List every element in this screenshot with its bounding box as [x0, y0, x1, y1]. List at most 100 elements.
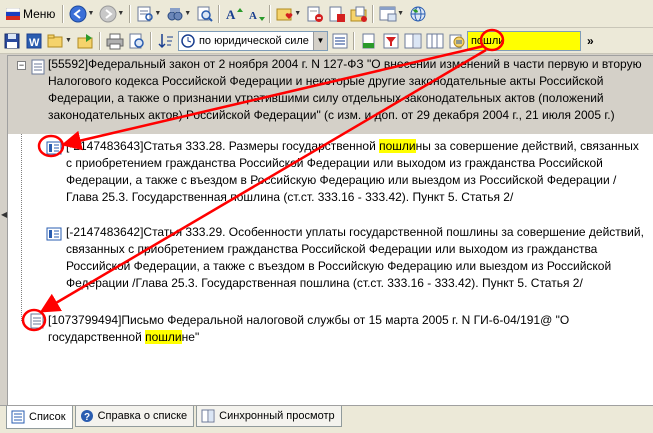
separator	[62, 4, 64, 23]
document-folder-button[interactable]	[349, 4, 369, 24]
document-id: [55592]	[48, 57, 89, 71]
help-icon: ?	[80, 410, 93, 423]
separator	[218, 4, 220, 23]
find-button[interactable]	[165, 4, 185, 24]
internet-button[interactable]	[408, 4, 428, 24]
splitter-arrow-icon: ◀	[1, 210, 8, 219]
forward-dropdown-icon[interactable]: ▼	[117, 10, 124, 17]
context-search-button[interactable]	[447, 31, 467, 51]
bookmark-add-button[interactable]	[275, 4, 295, 24]
document-icon	[31, 59, 45, 75]
article-icon	[46, 227, 62, 241]
collapse-icon[interactable]: −	[17, 61, 26, 70]
tab-list[interactable]: Список	[6, 406, 73, 429]
tab-sync-view[interactable]: Синхронный просмотр	[196, 406, 342, 427]
document-green-icon	[362, 33, 375, 48]
magnifier-icon	[197, 6, 213, 22]
print-button[interactable]	[105, 31, 125, 51]
svg-text:?: ?	[84, 412, 90, 423]
folder-document-icon	[350, 6, 368, 22]
bottom-tabs: Список ? Справка о списке Синхронный про…	[0, 405, 653, 433]
tab-list-info[interactable]: ? Справка о списке	[74, 406, 195, 427]
document-mark-button[interactable]	[327, 4, 347, 24]
left-splitter[interactable]: ◀	[0, 55, 8, 405]
open-folder-button[interactable]	[46, 31, 66, 51]
list-toolbar: W ▼ по юридической силе ▼ пошли »	[0, 28, 653, 54]
list-item[interactable]: [-2147483643]Статья 333.28. Размеры госу…	[8, 138, 653, 224]
window-button[interactable]	[378, 4, 398, 24]
document-title: [-2147483642]Статья 333.29. Особенности …	[66, 224, 646, 292]
window-icon	[379, 6, 397, 21]
article-icon	[46, 141, 62, 155]
document-text: Письмо Федеральной налоговой службы от 1…	[48, 313, 570, 344]
list-item[interactable]: [1073799494]Письмо Федеральной налоговой…	[8, 312, 653, 352]
document-remove-icon	[307, 6, 324, 22]
split-view-icon	[404, 33, 422, 48]
dropdown-icon[interactable]: ▼	[65, 37, 72, 44]
svg-text:W: W	[29, 37, 40, 49]
list-icon	[11, 410, 25, 424]
context-search-input[interactable]: пошли	[466, 30, 581, 51]
list-item[interactable]: − [55592]Федеральный закон от 2 ноября 2…	[8, 56, 653, 134]
dropdown-icon[interactable]: ▼	[184, 10, 191, 17]
floppy-disk-icon	[4, 33, 20, 48]
bookmark-remove-button[interactable]	[305, 4, 325, 24]
menu-button[interactable]: Меню	[6, 7, 55, 21]
print-preview-icon	[129, 33, 144, 48]
font-increase-button[interactable]: A	[224, 4, 244, 24]
word-icon: W	[26, 33, 42, 49]
split-view-button[interactable]	[403, 31, 423, 51]
document-icon	[30, 313, 44, 329]
search-list-button[interactable]	[135, 4, 155, 24]
zoom-button[interactable]	[195, 4, 215, 24]
chevron-down-icon[interactable]: ▼	[312, 31, 327, 50]
separator	[372, 4, 374, 23]
search-highlight: пошли	[379, 139, 416, 153]
font-decrease-button[interactable]: A	[246, 4, 266, 24]
document-title: [55592]Федеральный закон от 2 ноября 200…	[48, 56, 648, 124]
separator	[269, 4, 271, 23]
save-button[interactable]	[2, 31, 22, 51]
search-highlight: пошли	[145, 330, 182, 344]
printer-icon	[106, 33, 124, 49]
tab-label: Список	[29, 411, 66, 423]
globe-icon	[410, 6, 426, 21]
document-id: [-2147483642]	[66, 225, 144, 239]
document-green-button[interactable]	[359, 31, 379, 51]
sort-order-value: по юридической силе	[198, 34, 309, 47]
forward-arrow-icon	[99, 5, 117, 22]
move-to-folder-button[interactable]	[76, 31, 96, 51]
forward-button[interactable]	[98, 4, 118, 24]
preview-button[interactable]	[127, 31, 147, 51]
document-id: [-2147483643]	[66, 139, 144, 153]
sync-view-icon	[201, 409, 215, 423]
dropdown-icon[interactable]: ▼	[294, 10, 301, 17]
back-dropdown-icon[interactable]: ▼	[87, 10, 94, 17]
document-text: Статья 333.29. Особенности уплаты госуда…	[66, 225, 644, 290]
russian-flag-icon	[6, 7, 20, 20]
folder-open-icon	[47, 34, 63, 47]
separator	[352, 31, 354, 50]
document-id: [1073799494]	[48, 313, 122, 327]
columns-button[interactable]	[425, 31, 445, 51]
toolbar-overflow-icon[interactable]: »	[587, 34, 594, 48]
svg-text:A: A	[226, 7, 236, 22]
tab-label: Синхронный просмотр	[219, 410, 335, 422]
list-item[interactable]: [-2147483642]Статья 333.29. Особенности …	[8, 224, 653, 310]
back-arrow-icon	[69, 5, 87, 22]
export-word-button[interactable]: W	[24, 31, 44, 51]
dropdown-icon[interactable]: ▼	[154, 10, 161, 17]
document-text: Федеральный закон от 2 ноября 2004 г. N …	[48, 57, 642, 122]
list-view-button[interactable]	[330, 31, 350, 51]
dropdown-icon[interactable]: ▼	[397, 10, 404, 17]
back-button[interactable]	[68, 4, 88, 24]
document-title: [1073799494]Письмо Федеральной налоговой…	[48, 312, 646, 346]
list-view-icon	[332, 33, 348, 48]
sort-order-select[interactable]: по юридической силе ▼	[177, 30, 328, 51]
document-text-rest: не"	[181, 330, 200, 344]
document-title: [-2147483643]Статья 333.28. Размеры госу…	[66, 138, 646, 206]
document-red-icon	[329, 6, 346, 22]
filter-button[interactable]	[381, 31, 401, 51]
sort-button[interactable]	[156, 31, 176, 51]
main-toolbar: Меню ▼ ▼ ▼ ▼ A A ▼ ▼	[0, 0, 653, 28]
